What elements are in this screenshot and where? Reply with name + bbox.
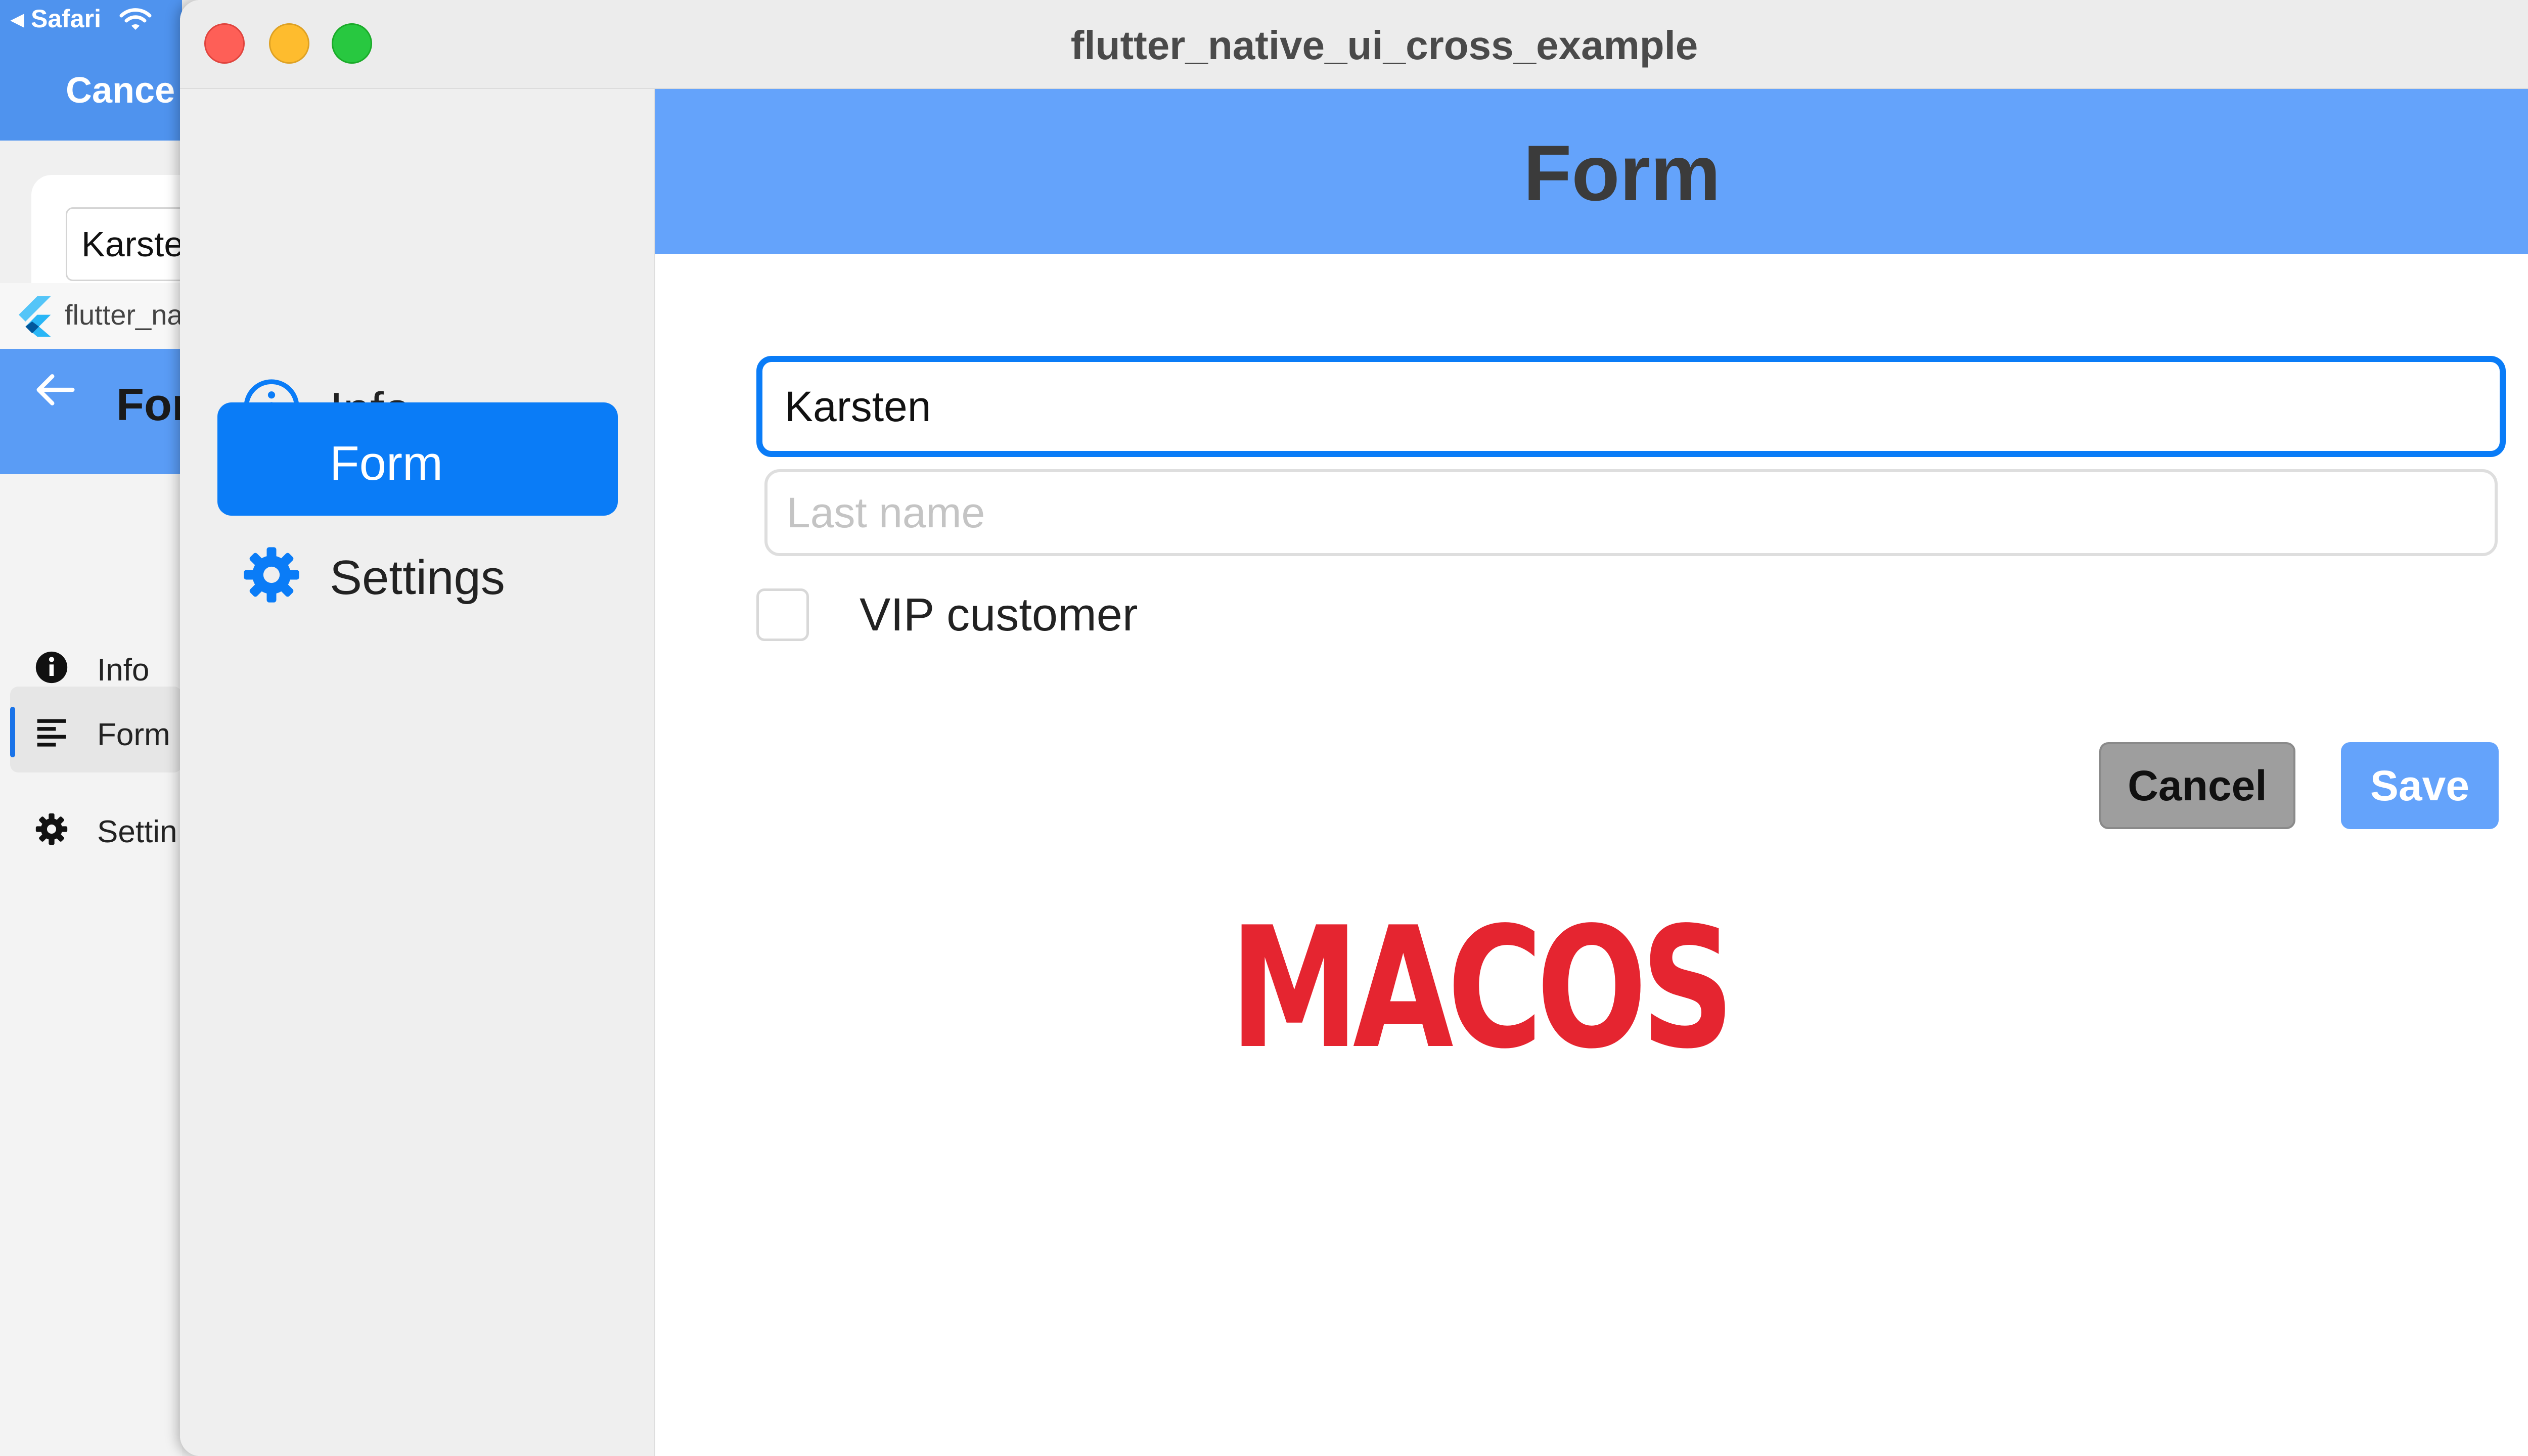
windows-nav-label-settings: Settin — [97, 814, 177, 849]
first-name-field[interactable] — [756, 356, 2506, 457]
gear-icon — [35, 813, 68, 845]
macos-app-window: flutter_native_ui_cross_example Info For… — [180, 0, 2528, 1456]
ios-navigation-bar: ◂ Safari Cance — [0, 0, 182, 141]
background-windows-window: flutter_na For Info Form Settin — [0, 283, 182, 1456]
windows-nav-item-form[interactable]: Form — [10, 687, 182, 772]
macos-titlebar: flutter_native_ui_cross_example — [180, 0, 2528, 89]
selected-indicator — [10, 707, 15, 757]
ios-first-name-field[interactable]: Karste — [66, 207, 182, 281]
windows-nav-label-form: Form — [97, 717, 170, 752]
sidebar-label-settings: Settings — [330, 551, 505, 605]
flutter-logo-icon — [19, 296, 51, 337]
windows-nav-item-settings[interactable]: Settin — [10, 784, 182, 870]
wifi-icon — [119, 8, 152, 30]
sidebar-label-form: Form — [330, 436, 443, 490]
sidebar-item-form[interactable]: Form — [217, 402, 618, 516]
page-title: Form — [1523, 129, 1721, 217]
ios-first-name-value: Karste — [81, 224, 182, 264]
sidebar-item-settings[interactable]: Settings — [217, 517, 618, 630]
platform-overlay-label: MACOS — [1230, 891, 1735, 1085]
windows-app-bar-title: For — [116, 380, 182, 430]
last-name-field[interactable] — [764, 469, 2498, 556]
back-arrow-icon[interactable] — [35, 372, 76, 407]
windows-window-title: flutter_na — [65, 299, 182, 331]
windows-nav-label-info: Info — [97, 653, 150, 688]
info-icon — [35, 651, 68, 684]
gear-icon — [244, 547, 299, 603]
vip-customer-label: VIP customer — [860, 589, 1138, 641]
ios-cancel-button[interactable]: Cance — [66, 70, 175, 111]
window-title: flutter_native_ui_cross_example — [1070, 23, 1698, 68]
windows-app-bar: For — [0, 349, 182, 474]
windows-titlebar: flutter_na — [0, 283, 182, 349]
vip-customer-checkbox[interactable] — [756, 588, 809, 641]
content-header: Form — [655, 89, 2528, 254]
cancel-button[interactable]: Cancel — [2099, 742, 2295, 829]
ios-status-back-to-safari[interactable]: ◂ Safari — [11, 4, 101, 33]
save-button[interactable]: Save — [2341, 742, 2499, 829]
form-content-area: Form VIP customer Cancel Save — [655, 89, 2528, 1456]
list-icon — [37, 719, 66, 747]
sidebar: Info Form Settings — [180, 89, 655, 1456]
